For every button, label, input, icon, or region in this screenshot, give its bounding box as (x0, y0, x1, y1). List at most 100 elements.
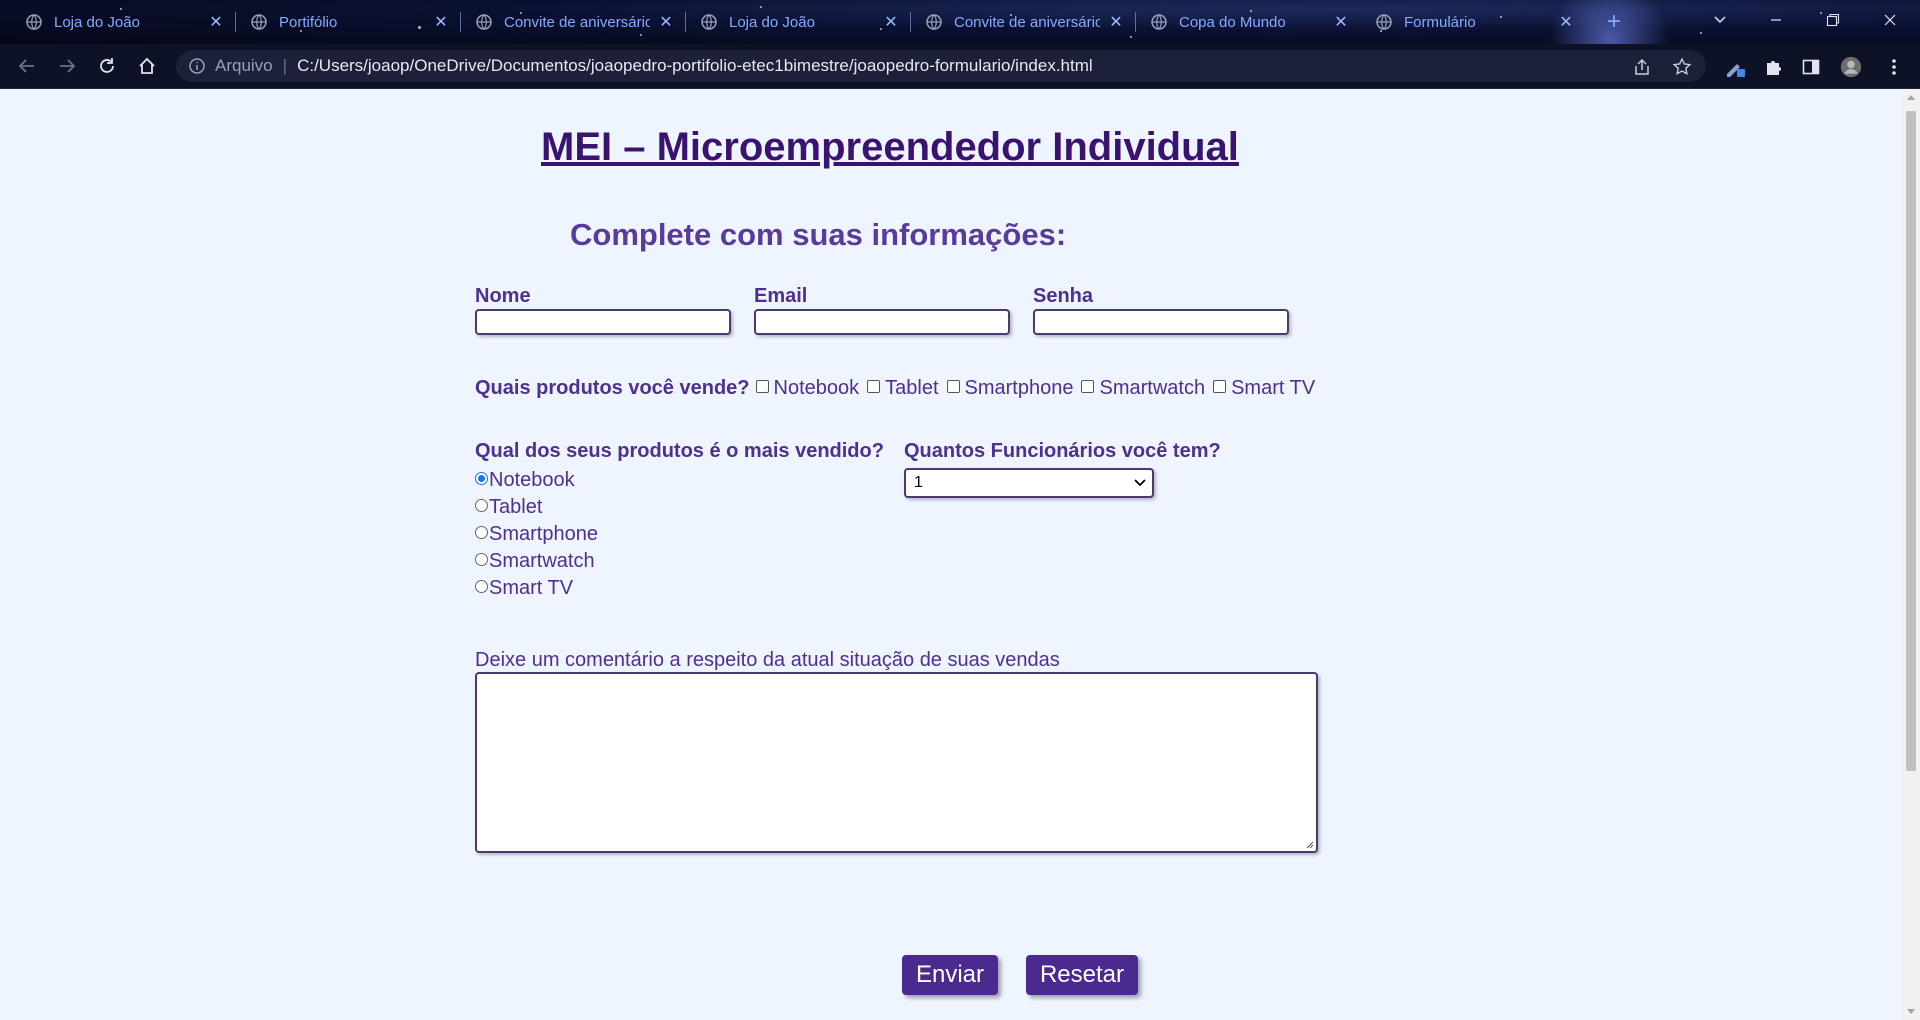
profile-avatar[interactable] (1840, 56, 1862, 78)
tab-formulario-active[interactable]: Formulário ✕ (1376, 0, 1574, 44)
close-icon[interactable]: ✕ (1108, 14, 1124, 31)
tab-title: Loja do João (729, 13, 815, 31)
scrollbar[interactable] (1902, 89, 1920, 1020)
email-label: Email (754, 285, 808, 307)
products-checkbox-group: Quais produtos você vende? Notebook Tabl… (475, 377, 1323, 400)
close-icon[interactable]: ✕ (208, 14, 224, 31)
tab-title: Copa do Mundo (1179, 13, 1286, 31)
globe-icon (926, 14, 942, 30)
close-icon[interactable]: ✕ (658, 14, 674, 31)
tab-title: Convite de aniversário (504, 13, 650, 31)
info-icon[interactable] (188, 57, 206, 75)
radio-label: Smartphone (489, 523, 598, 545)
name-input[interactable] (475, 309, 731, 335)
password-input[interactable] (1033, 309, 1289, 335)
globe-icon (476, 14, 492, 30)
checkbox-label-notebook: Notebook (773, 377, 860, 399)
tab-title: Portifólio (279, 13, 338, 31)
products-question: Quais produtos você vende? (475, 377, 750, 399)
restore-button[interactable] (1813, 6, 1853, 34)
chevron-down-icon (1714, 16, 1726, 24)
arrow-left-icon (18, 59, 34, 73)
radio-label: Tablet (489, 496, 543, 518)
checkbox-notebook[interactable] (755, 380, 769, 393)
radio-option-smart-tv[interactable]: Smart TV (475, 575, 598, 602)
star-icon[interactable] (1672, 57, 1692, 77)
reload-button[interactable] (92, 52, 122, 80)
home-icon (139, 57, 155, 74)
forward-button[interactable] (52, 52, 82, 80)
close-icon (1884, 14, 1896, 26)
tab-copa-do-mundo[interactable]: Copa do Mundo ✕ (1151, 0, 1349, 44)
extensions-puzzle-icon[interactable] (1762, 56, 1784, 78)
radio-option-smartwatch[interactable]: Smartwatch (475, 548, 598, 575)
bestseller-radio-group: Notebook Tablet Smartphone Smartwatch Sm… (475, 467, 598, 602)
form-subtitle: Complete com suas informações: (570, 217, 1067, 252)
radio-option-smartphone[interactable]: Smartphone (475, 521, 598, 548)
tab-title: Loja do João (54, 13, 140, 31)
page-title: MEI – Microempreendedor Individual (541, 125, 1239, 169)
radio-notebook[interactable] (475, 472, 488, 485)
side-panel-icon[interactable] (1800, 56, 1822, 78)
radio-label: Smartwatch (489, 550, 595, 572)
email-input[interactable] (754, 309, 1010, 335)
radio-option-notebook[interactable]: Notebook (475, 467, 598, 494)
employees-question: Quantos Funcionários você tem? (904, 440, 1221, 462)
scroll-down-icon[interactable] (1907, 1009, 1915, 1014)
close-icon[interactable]: ✕ (433, 14, 449, 31)
password-label: Senha (1033, 285, 1094, 307)
comment-textarea[interactable] (475, 672, 1318, 853)
resize-grip-icon[interactable] (1304, 839, 1314, 849)
tab-portifolio[interactable]: Portifólio ✕ (251, 0, 449, 44)
globe-icon (1376, 14, 1392, 30)
close-icon[interactable]: ✕ (883, 14, 899, 31)
bestseller-question: Qual dos seus produtos é o mais vendido? (475, 440, 884, 462)
tab-convite-de-aniversario[interactable]: Convite de aniversário ✕ (476, 0, 674, 44)
checkbox-tablet[interactable] (867, 380, 881, 393)
arrow-right-icon (60, 59, 76, 73)
menu-kebab-icon[interactable] (1883, 56, 1905, 78)
home-button[interactable] (132, 52, 162, 80)
globe-icon (1151, 14, 1167, 30)
select-value: 1 (914, 474, 923, 491)
globe-icon (26, 14, 42, 30)
scroll-up-icon[interactable] (1907, 95, 1915, 100)
radio-option-tablet[interactable]: Tablet (475, 494, 598, 521)
scrollbar-thumb[interactable] (1906, 111, 1916, 771)
back-button[interactable] (12, 52, 42, 80)
radio-label: Notebook (489, 469, 575, 491)
tab-convite-de-aniversario-2[interactable]: Convite de aniversário ✕ (926, 0, 1124, 44)
tab-loja-do-joao-2[interactable]: Loja do João ✕ (701, 0, 899, 44)
extension-pen-icon[interactable] (1724, 56, 1746, 78)
checkbox-smart-tv[interactable] (1213, 380, 1227, 393)
radio-smart-tv[interactable] (475, 580, 488, 593)
submit-button[interactable]: Enviar (902, 955, 998, 995)
checkbox-label-smartphone: Smartphone (964, 377, 1074, 399)
tab-loja-do-joao[interactable]: Loja do João ✕ (26, 0, 224, 44)
address-separator: | (282, 56, 288, 75)
employees-select[interactable]: 1 (904, 468, 1154, 498)
chevron-down-icon (1134, 479, 1146, 487)
reset-button[interactable]: Resetar (1026, 955, 1138, 995)
checkbox-label-tablet: Tablet (885, 377, 939, 399)
checkbox-smartphone[interactable] (946, 380, 960, 393)
tab-search-button[interactable] (1700, 6, 1740, 34)
url-text[interactable]: C:/Users/joaop/OneDrive/Documentos/joaop… (297, 56, 1093, 76)
share-icon[interactable] (1632, 57, 1652, 77)
close-icon[interactable]: ✕ (1558, 14, 1574, 31)
comment-label: Deixe um comentário a respeito da atual … (475, 649, 1060, 671)
tab-separator (685, 12, 686, 32)
checkbox-smartwatch[interactable] (1081, 380, 1095, 393)
radio-tablet[interactable] (475, 499, 488, 512)
checkbox-label-smart-tv: Smart TV (1231, 377, 1316, 399)
new-tab-button[interactable]: + (1600, 8, 1628, 36)
close-icon[interactable]: ✕ (1333, 14, 1349, 31)
minimize-button[interactable] (1756, 6, 1796, 34)
radio-smartwatch[interactable] (475, 553, 488, 566)
page-content: MEI – Microempreendedor Individual Compl… (0, 89, 1902, 1020)
tab-title: Convite de aniversário (954, 13, 1100, 31)
radio-label: Smart TV (489, 577, 574, 599)
radio-smartphone[interactable] (475, 526, 488, 539)
address-bar[interactable]: Arquivo | C:/Users/joaop/OneDrive/Docume… (176, 50, 1706, 82)
close-window-button[interactable] (1870, 6, 1910, 34)
